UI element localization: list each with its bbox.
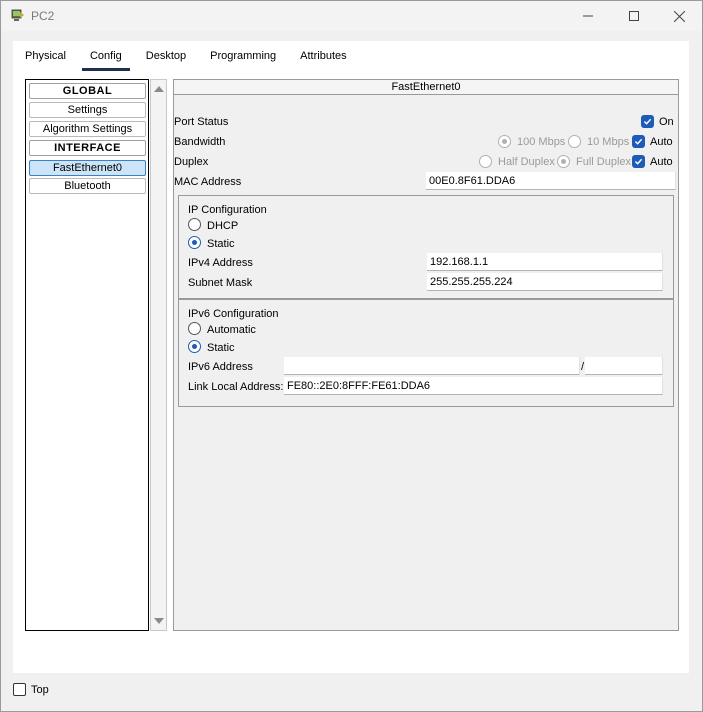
port-status-on-label: On — [659, 116, 674, 128]
ipv6-static-label: Static — [207, 342, 235, 354]
full-duplex-radio[interactable] — [557, 155, 570, 168]
maximize-button[interactable] — [611, 1, 657, 31]
port-status-label: Port Status — [174, 116, 229, 128]
bandwidth-100-radio[interactable] — [498, 135, 511, 148]
full-duplex-label: Full Duplex — [576, 156, 632, 168]
half-duplex-label: Half Duplex — [498, 156, 555, 168]
link-local-address-field[interactable]: FE80::2E0:8FFF:FE61:DDA6 — [284, 377, 663, 395]
minimize-button[interactable] — [565, 1, 611, 31]
window-content: Physical Config Desktop Programming Attr… — [13, 41, 689, 673]
duplex-auto-checkbox[interactable] — [632, 155, 645, 168]
ipv6-automatic-label: Automatic — [207, 324, 256, 336]
interface-panel: FastEthernet0 Port Status On Bandwidth 1… — [173, 79, 679, 631]
ipv6-prefix-separator: / — [581, 361, 585, 373]
sidebar-item-bluetooth[interactable]: Bluetooth — [29, 178, 146, 194]
duplex-label: Duplex — [174, 156, 209, 168]
panel-title: FastEthernet0 — [174, 80, 678, 95]
top-label: Top — [31, 684, 49, 696]
sidebar-scrollbar[interactable] — [150, 79, 167, 631]
subnet-mask-field[interactable]: 255.255.255.224 — [427, 273, 663, 291]
title-bar[interactable]: PC2 — [1, 1, 702, 31]
mac-address-label: MAC Address — [174, 176, 242, 188]
dhcp-radio[interactable] — [188, 218, 201, 231]
minimize-icon — [583, 15, 593, 17]
sidebar-item-fastethernet0[interactable]: FastEthernet0 — [29, 160, 146, 176]
half-duplex-radio[interactable] — [479, 155, 492, 168]
checkmark-icon — [643, 118, 652, 125]
pc-app-icon — [11, 9, 24, 21]
sidebar-item-settings[interactable]: Settings — [29, 102, 146, 118]
close-icon — [673, 10, 685, 22]
link-local-address-label: Link Local Address: — [188, 381, 284, 393]
ipv6-prefix-field[interactable] — [585, 357, 663, 375]
maximize-icon — [629, 11, 639, 21]
window-title: PC2 — [31, 9, 55, 23]
bandwidth-auto-label: Auto — [650, 136, 673, 148]
ipv4-address-label: IPv4 Address — [188, 257, 253, 269]
ipv6-config-title: IPv6 Configuration — [188, 308, 279, 320]
tab-physical[interactable]: Physical — [13, 45, 78, 69]
ipv4-config-title: IP Configuration — [188, 204, 267, 216]
bandwidth-label: Bandwidth — [174, 136, 226, 148]
tab-desktop[interactable]: Desktop — [134, 45, 198, 69]
ipv4-address-field[interactable]: 192.168.1.1 — [427, 253, 663, 271]
bandwidth-auto-checkbox[interactable] — [632, 135, 645, 148]
dhcp-label: DHCP — [207, 220, 239, 232]
tab-bar: Physical Config Desktop Programming Attr… — [13, 45, 359, 71]
ipv6-static-radio[interactable] — [188, 340, 201, 353]
ipv4-config-group: IP Configuration DHCP Static IPv4 Addres… — [178, 195, 674, 299]
bandwidth-10-label: 10 Mbps — [587, 136, 630, 148]
tab-attributes[interactable]: Attributes — [288, 45, 358, 69]
duplex-auto-label: Auto — [650, 156, 673, 168]
checkmark-icon — [634, 158, 643, 165]
sidebar-header-global[interactable]: GLOBAL — [29, 83, 146, 99]
config-sidebar: GLOBAL Settings Algorithm Settings INTER… — [25, 79, 149, 631]
ipv4-static-radio[interactable] — [188, 236, 201, 249]
ipv6-config-group: IPv6 Configuration Automatic Static IPv6… — [178, 299, 674, 407]
footer-bar: Top — [1, 673, 702, 711]
top-checkbox[interactable] — [13, 683, 26, 696]
ipv6-automatic-radio[interactable] — [188, 322, 201, 335]
sidebar-header-interface[interactable]: INTERFACE — [29, 140, 146, 156]
mac-address-field[interactable]: 00E0.8F61.DDA6 — [426, 172, 676, 190]
ipv6-address-field[interactable] — [284, 357, 580, 375]
bandwidth-100-label: 100 Mbps — [517, 136, 566, 148]
bandwidth-10-radio[interactable] — [568, 135, 581, 148]
close-button[interactable] — [656, 1, 702, 31]
tab-programming[interactable]: Programming — [198, 45, 288, 69]
subnet-mask-label: Subnet Mask — [188, 277, 253, 289]
checkmark-icon — [634, 138, 643, 145]
scroll-down-icon[interactable] — [154, 618, 164, 624]
scroll-up-icon[interactable] — [154, 86, 164, 92]
port-status-checkbox[interactable] — [641, 115, 654, 128]
ipv6-address-label: IPv6 Address — [188, 361, 253, 373]
tab-config[interactable]: Config — [78, 45, 134, 71]
ipv4-static-label: Static — [207, 238, 235, 250]
pc2-window: PC2 Physical Config Desktop Programming … — [0, 0, 703, 712]
sidebar-item-algorithm-settings[interactable]: Algorithm Settings — [29, 121, 146, 137]
